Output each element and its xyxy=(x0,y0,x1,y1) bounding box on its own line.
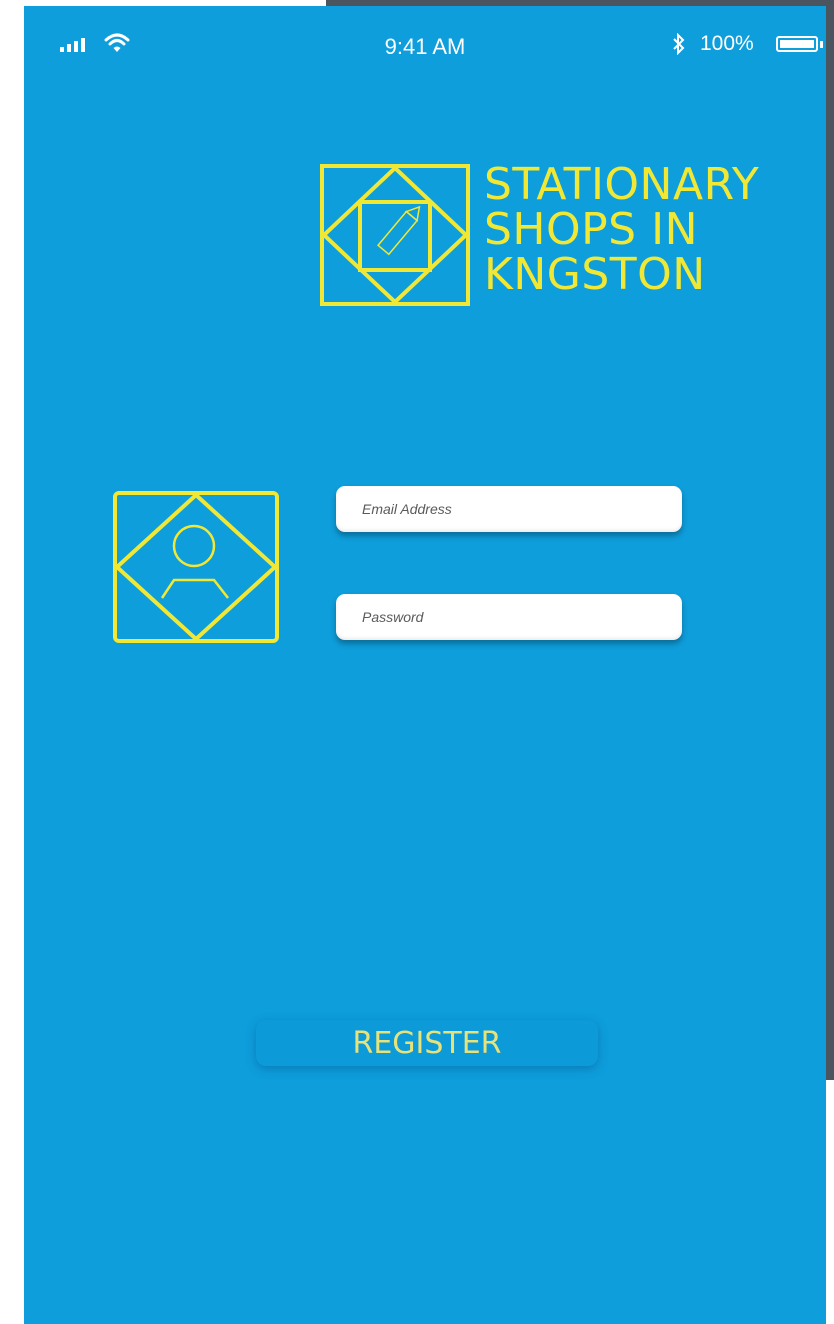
battery-percent: 100% xyxy=(700,32,754,55)
battery-tip xyxy=(820,41,823,48)
page: 9:41 AM 100% STATIONARY SHOPS IN KNGSTON xyxy=(0,0,834,1324)
status-bar: 9:41 AM 100% xyxy=(24,6,826,70)
user-diamond-icon xyxy=(113,491,279,643)
bluetooth-icon xyxy=(673,33,685,55)
password-field[interactable] xyxy=(336,594,682,640)
battery-icon xyxy=(776,36,818,52)
pencil-diamond-logo-icon xyxy=(320,164,470,306)
brand-line-1: STATIONARY xyxy=(484,159,760,210)
brand-line-3: KNGSTON xyxy=(484,249,706,300)
brand-title: STATIONARY SHOPS IN KNGSTON xyxy=(484,162,759,297)
email-input[interactable] xyxy=(362,486,682,532)
device-frame-right xyxy=(826,0,834,1080)
register-button[interactable]: REGISTER xyxy=(256,1020,598,1066)
brand-line-2: SHOPS IN xyxy=(484,204,698,255)
password-input[interactable] xyxy=(362,594,682,640)
phone-screen: 9:41 AM 100% STATIONARY SHOPS IN KNGSTON xyxy=(24,6,826,1324)
email-field[interactable] xyxy=(336,486,682,532)
